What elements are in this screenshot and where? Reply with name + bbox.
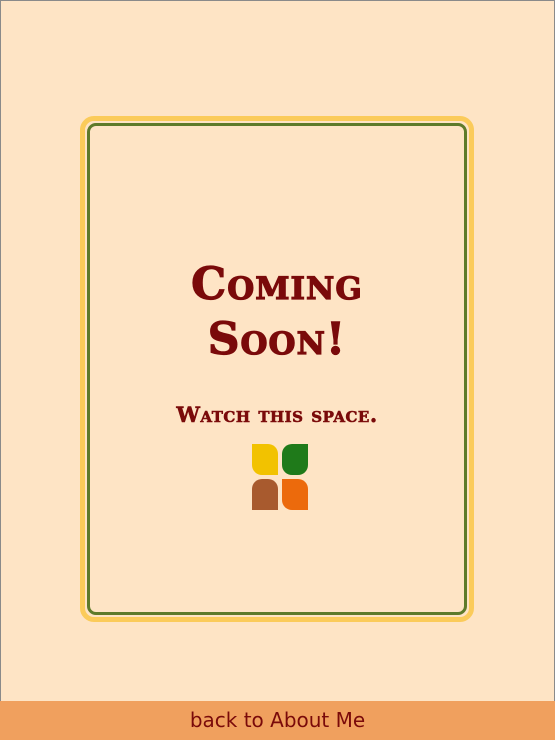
logo-leaf-green <box>282 444 308 475</box>
page-title-line-2: Soon! <box>207 314 347 365</box>
back-to-about-me-link[interactable]: back to About Me <box>190 708 365 732</box>
page-title-line-1: Coming <box>191 259 363 310</box>
logo-leaf-yellow <box>252 444 278 475</box>
logo-leaf-brown <box>252 479 278 510</box>
four-leaf-logo-icon <box>252 444 308 510</box>
card-inner-frame: Coming Soon! Watch this space. <box>87 123 467 615</box>
footer-bar: back to About Me <box>0 701 555 740</box>
page-subtitle: Watch this space. <box>176 402 378 427</box>
coming-soon-card: Coming Soon! Watch this space. <box>80 116 474 622</box>
logo-leaf-orange <box>282 479 308 510</box>
